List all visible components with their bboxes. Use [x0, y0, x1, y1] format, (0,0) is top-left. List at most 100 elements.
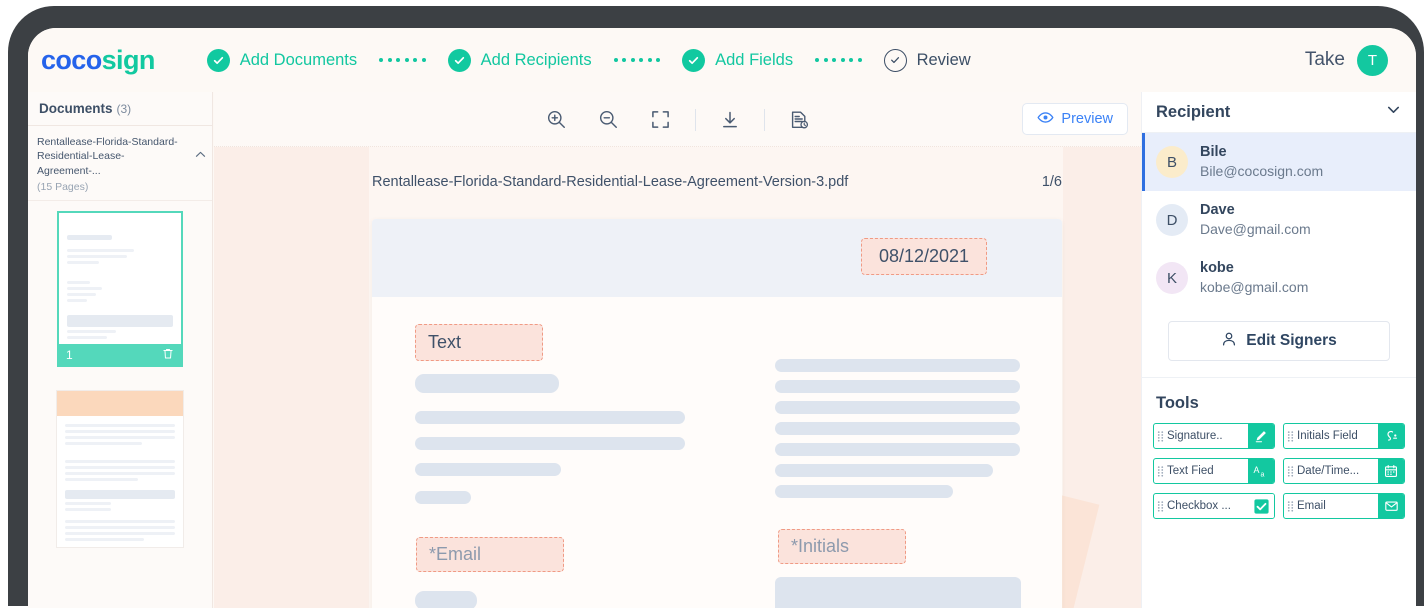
check-circle-icon [682, 49, 705, 72]
top-bar: cocosign Add Documents Add Recipients [28, 28, 1416, 92]
drag-handle-icon[interactable] [1154, 430, 1167, 443]
thumbnail-page-preview[interactable]: 1 [57, 211, 183, 367]
avatar: D [1156, 204, 1188, 236]
drag-handle-icon[interactable] [1154, 500, 1167, 513]
svg-text:a: a [1261, 471, 1265, 478]
recipient-email: Dave@gmail.com [1200, 220, 1311, 239]
envelope-icon[interactable] [1378, 494, 1404, 518]
documents-title: Documents [39, 101, 113, 116]
tools-grid: Signature.. Initials Field [1142, 423, 1416, 519]
tool-initials-field[interactable]: Initials Field [1283, 423, 1405, 449]
user-icon [1221, 331, 1237, 352]
app-logo[interactable]: cocosign [41, 45, 155, 76]
initials-field[interactable]: *Initials [778, 529, 906, 564]
tool-signature[interactable]: Signature.. [1153, 423, 1275, 449]
preview-button[interactable]: Preview [1022, 103, 1128, 135]
logo-text-secondary: sign [102, 45, 155, 75]
email-field[interactable]: *Email [416, 537, 564, 572]
right-sidebar: Recipient B Bile Bile@cocosign.com D Dav… [1141, 92, 1416, 608]
drag-handle-icon[interactable] [1154, 465, 1167, 478]
chevron-down-icon[interactable] [1385, 101, 1402, 123]
content-bar [775, 485, 953, 498]
date-field[interactable]: 08/12/2021 [861, 238, 987, 275]
edit-signers-label: Edit Signers [1246, 332, 1336, 350]
fullscreen-icon[interactable] [635, 92, 687, 147]
recipient-panel-header[interactable]: Recipient [1142, 92, 1416, 133]
content-bar [415, 411, 685, 424]
document-viewer[interactable]: Rentallease-Florida-Standard-Residential… [214, 147, 1141, 608]
toolbar-icon-group [531, 92, 825, 147]
drag-handle-icon[interactable] [1284, 430, 1297, 443]
step-add-fields[interactable]: Add Fields [682, 49, 793, 72]
drag-handle-icon[interactable] [1284, 465, 1297, 478]
avatar[interactable]: T [1357, 45, 1388, 76]
download-icon[interactable] [704, 92, 756, 147]
content-bar [775, 401, 1020, 414]
step-connector-3 [815, 58, 862, 62]
thumbnail-header-band [57, 391, 183, 416]
content-bar [415, 591, 477, 608]
content-bar [775, 359, 1020, 372]
recipient-row-kobe[interactable]: K kobe kobe@gmail.com [1142, 249, 1416, 307]
document-page-count: (15 Pages) [37, 181, 201, 193]
recipient-name: Bile [1200, 143, 1323, 163]
documents-sidebar: Documents (3) Rentallease-Florida-Standa… [28, 92, 213, 608]
tool-text-field[interactable]: Text Fied Aa [1153, 458, 1275, 484]
page-thumbnail-list: 1 [28, 201, 212, 547]
step-review[interactable]: Review [884, 49, 971, 72]
tool-label: Text Fied [1167, 465, 1248, 477]
tool-label: Initials Field [1297, 430, 1378, 442]
avatar: K [1156, 262, 1188, 294]
step-add-recipients[interactable]: Add Recipients [448, 49, 592, 72]
step-label-review: Review [917, 51, 971, 70]
step-connector-1 [379, 58, 426, 62]
recipient-name: Dave [1200, 201, 1311, 221]
initials-icon[interactable] [1378, 424, 1404, 448]
checkbox-icon[interactable] [1248, 494, 1274, 518]
thumbnail-footer: 1 [59, 344, 181, 365]
content-bar [415, 491, 471, 504]
device-bezel: cocosign Add Documents Add Recipients [8, 6, 1424, 606]
user-menu[interactable]: Take T [1305, 28, 1388, 92]
step-add-documents[interactable]: Add Documents [207, 49, 357, 72]
tool-label: Date/Time... [1297, 465, 1378, 477]
pen-icon[interactable] [1248, 424, 1274, 448]
step-label-add-fields: Add Fields [715, 51, 793, 70]
toolbar-divider [764, 109, 765, 131]
page-thumbnail-1[interactable]: 1 [57, 211, 183, 367]
edit-signers-section: Edit Signers [1142, 307, 1416, 378]
tool-date-time[interactable]: Date/Time... [1283, 458, 1405, 484]
preview-button-label: Preview [1061, 111, 1113, 127]
step-label-add-documents: Add Documents [240, 51, 357, 70]
recipient-name: kobe [1200, 259, 1308, 279]
thumbnail-page-preview[interactable] [57, 391, 183, 547]
edit-signers-button[interactable]: Edit Signers [1168, 321, 1390, 361]
page-thumbnail-2[interactable] [57, 391, 183, 547]
document-page[interactable]: 08/12/2021 Text *Email *Initials [372, 219, 1062, 608]
tools-panel-title: Tools [1142, 378, 1416, 423]
drag-handle-icon[interactable] [1284, 500, 1297, 513]
recipient-row-bile[interactable]: B Bile Bile@cocosign.com [1142, 133, 1416, 191]
content-bar [775, 422, 1020, 435]
recipient-row-dave[interactable]: D Dave Dave@gmail.com [1142, 191, 1416, 249]
zoom-in-icon[interactable] [531, 92, 583, 147]
step-connector-2 [614, 58, 661, 62]
tool-checkbox[interactable]: Checkbox ... [1153, 493, 1275, 519]
document-list-item[interactable]: Rentallease-Florida-Standard-Residential… [28, 126, 212, 201]
thumbnail-page-number: 1 [66, 348, 73, 362]
tool-label: Email [1297, 500, 1378, 512]
viewer-file-name: Rentallease-Florida-Standard-Residential… [372, 174, 848, 190]
text-field[interactable]: Text [415, 324, 543, 361]
trash-icon[interactable] [162, 347, 174, 363]
tool-label: Signature.. [1167, 430, 1248, 442]
text-format-icon[interactable]: Aa [1248, 459, 1274, 483]
check-circle-icon [448, 49, 471, 72]
content-bar [775, 464, 993, 477]
chevron-up-icon[interactable] [194, 148, 207, 166]
zoom-out-icon[interactable] [583, 92, 635, 147]
document-history-icon[interactable] [773, 92, 825, 147]
calendar-icon[interactable] [1378, 459, 1404, 483]
user-name-label: Take [1305, 49, 1345, 71]
recipient-email: Bile@cocosign.com [1200, 162, 1323, 181]
tool-email[interactable]: Email [1283, 493, 1405, 519]
